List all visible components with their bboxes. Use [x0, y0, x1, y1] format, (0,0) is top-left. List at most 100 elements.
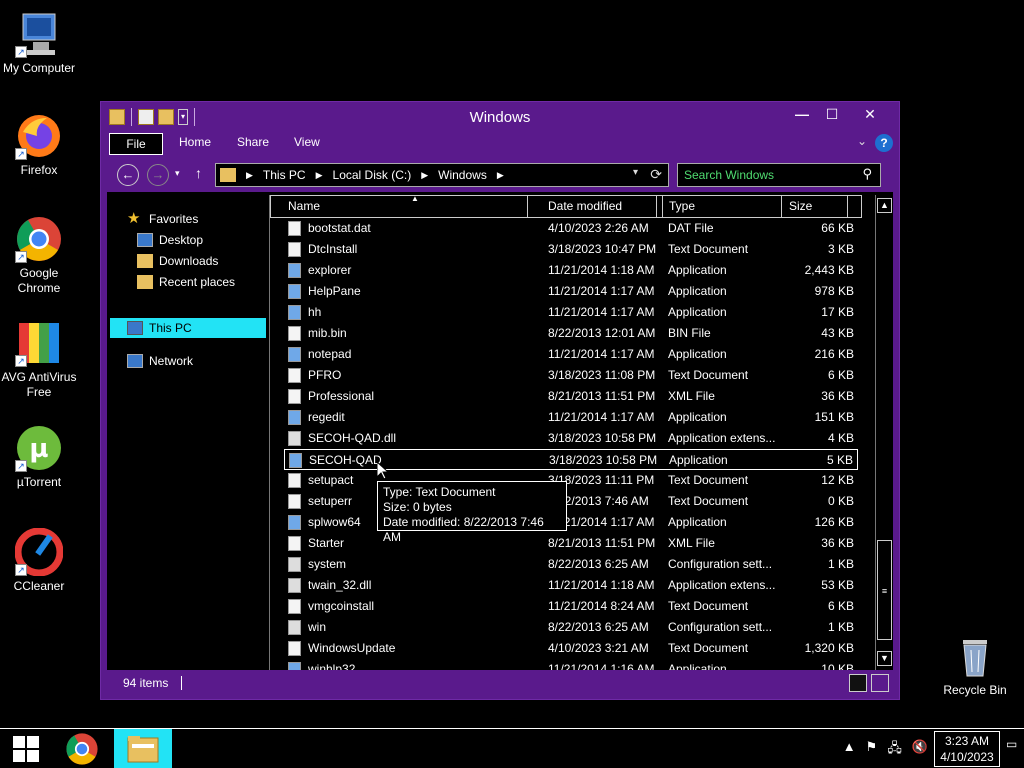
table-row[interactable]: setupact 3/18/2023 11:11 PM Text Document 1…	[284, 470, 858, 491]
file-date-modified: 11/21/2014 1:18 AM	[548, 263, 655, 277]
nav-downloads[interactable]: Downloads	[137, 254, 218, 268]
vertical-scrollbar[interactable]: ▲ ≡ ▼	[875, 195, 893, 670]
recent-locations-icon[interactable]: ▾	[175, 168, 180, 179]
table-row[interactable]: Professional 8/21/2013 11:51 PM XML File 36…	[284, 386, 858, 407]
desktop-icon-avg[interactable]: ↗ AVG AntiVirus Free	[0, 319, 78, 400]
back-button[interactable]: ←	[117, 164, 139, 186]
table-row[interactable]: HelpPane 11/21/2014 1:17 AM Application 978…	[284, 281, 858, 302]
table-row[interactable]: setuperr 8/22/2013 7:46 AM Text Document 0 …	[284, 491, 858, 512]
scroll-thumb[interactable]: ≡	[877, 540, 892, 640]
nav-recent-places[interactable]: Recent places	[137, 275, 235, 289]
tab-home[interactable]: Home	[179, 135, 211, 149]
search-icon[interactable]: ⚲	[862, 166, 872, 182]
table-row[interactable]: regedit 11/21/2014 1:17 AM Application 151 …	[284, 407, 858, 428]
table-row[interactable]: win 8/22/2013 6:25 AM Configuration sett..…	[284, 617, 858, 638]
table-row[interactable]: Starter 8/21/2013 11:51 PM XML File 36 KB	[284, 533, 858, 554]
taskbar-chrome-button[interactable]	[56, 729, 108, 768]
file-date-modified: 4/10/2023 2:26 AM	[548, 221, 649, 235]
tab-view[interactable]: View	[294, 135, 320, 149]
table-row[interactable]: twain_32.dll 11/21/2014 1:18 AM Applicatio…	[284, 575, 858, 596]
breadcrumb-chevron-icon[interactable]: ▶	[246, 170, 253, 181]
scroll-up-icon[interactable]: ▲	[877, 198, 892, 213]
file-size: 53 KB	[821, 578, 854, 592]
utorrent-icon: µ ↗	[15, 424, 63, 472]
up-button[interactable]: ↑	[195, 165, 202, 181]
address-dropdown-icon[interactable]: ▾	[633, 167, 638, 178]
table-row[interactable]: mib.bin 8/22/2013 12:01 AM BIN File 43 KB	[284, 323, 858, 344]
desktop-icon-chrome[interactable]: ↗ Google Chrome	[0, 215, 78, 296]
table-row[interactable]: notepad 11/21/2014 1:17 AM Application 216 …	[284, 344, 858, 365]
breadcrumb-local-disk[interactable]: Local Disk (C:)	[333, 168, 412, 182]
table-row[interactable]: vmgcoinstall 11/21/2014 8:24 AM Text Docum…	[284, 596, 858, 617]
desktop-icon-ccleaner[interactable]: ↗ CCleaner	[0, 527, 78, 594]
file-type: Application extens...	[668, 431, 776, 445]
table-row[interactable]: SECOH-QAD 3/18/2023 10:58 PM Application 5 …	[284, 449, 858, 470]
table-row[interactable]: SECOH-QAD.dll 3/18/2023 10:58 PM Applicati…	[284, 428, 858, 449]
column-type[interactable]: Type	[669, 199, 695, 213]
table-row[interactable]: system 8/22/2013 6:25 AM Configuration set…	[284, 554, 858, 575]
clock[interactable]: 3:23 AM 4/10/2023	[934, 731, 1000, 767]
breadcrumb-this-pc[interactable]: This PC	[263, 168, 306, 182]
nav-this-pc[interactable]: This PC	[110, 318, 266, 338]
breadcrumb-chevron-icon[interactable]: ▶	[316, 170, 323, 181]
desktop-icon	[137, 233, 153, 247]
file-name: vmgcoinstall	[308, 599, 375, 613]
file-date-modified: 3/18/2023 10:58 PM	[549, 453, 658, 467]
volume-muted-icon[interactable]: 🔇	[912, 739, 928, 761]
navigation-bar: ← → ▾ ↑ ▶ This PC ▶ Local Disk (C:) ▶ Wi…	[107, 160, 893, 190]
maximize-button[interactable]: ☐	[817, 104, 847, 124]
table-row[interactable]: winhlp32 11/21/2014 1:16 AM Application 10 …	[284, 659, 858, 670]
nav-desktop[interactable]: Desktop	[137, 233, 203, 247]
file-name: hh	[308, 305, 322, 319]
desktop-icon-firefox[interactable]: ↗ Firefox	[0, 112, 78, 178]
help-icon[interactable]: ?	[875, 134, 893, 152]
nav-network[interactable]: Network	[127, 354, 193, 368]
search-input[interactable]	[684, 168, 854, 182]
network-icon[interactable]: 🖧	[887, 739, 902, 761]
forward-button[interactable]: →	[147, 164, 169, 186]
desktop-icon-recycle-bin[interactable]: Recycle Bin	[936, 632, 1014, 698]
taskbar-explorer-button[interactable]	[114, 729, 172, 768]
table-row[interactable]: bootstat.dat 4/10/2023 2:26 AM DAT File 66 …	[284, 218, 858, 239]
column-name[interactable]: Name	[288, 199, 320, 213]
file-icon	[289, 453, 302, 468]
column-size[interactable]: Size	[789, 199, 812, 213]
desktop-icon-my-computer[interactable]: ↗ My Computer	[0, 10, 78, 76]
title-bar[interactable]: ▾ Windows — ☐ ✕	[101, 102, 899, 131]
tab-file[interactable]: File	[109, 133, 163, 155]
minimize-button[interactable]: —	[787, 104, 817, 124]
scroll-down-icon[interactable]: ▼	[877, 651, 892, 666]
breadcrumb-windows[interactable]: Windows	[438, 168, 487, 182]
breadcrumb-chevron-icon[interactable]: ▶	[421, 170, 428, 181]
table-row[interactable]: splwow64 11/21/2014 1:17 AM Application 126…	[284, 512, 858, 533]
large-icons-view-button[interactable]	[871, 674, 889, 692]
start-button[interactable]	[0, 729, 50, 768]
show-hidden-icons-icon[interactable]: ▲	[843, 739, 856, 761]
table-row[interactable]: DtcInstall 3/18/2023 10:47 PM Text Documen…	[284, 239, 858, 260]
table-row[interactable]: explorer 11/21/2014 1:18 AM Application 2,4…	[284, 260, 858, 281]
file-type: DAT File	[668, 221, 714, 235]
item-count: 94 items	[123, 676, 169, 690]
file-explorer-icon	[127, 736, 159, 763]
search-box[interactable]: ⚲	[677, 163, 881, 187]
tab-share[interactable]: Share	[237, 135, 269, 149]
table-row[interactable]: PFRO 3/18/2023 11:08 PM Text Document 6 KB	[284, 365, 858, 386]
table-row[interactable]: hh 11/21/2014 1:17 AM Application 17 KB	[284, 302, 858, 323]
action-center-flag-icon[interactable]: ⚑	[866, 739, 878, 761]
file-size: 6 KB	[827, 368, 854, 382]
details-view-button[interactable]	[849, 674, 867, 692]
breadcrumb-chevron-icon[interactable]: ▶	[497, 170, 504, 181]
file-icon	[288, 326, 301, 341]
column-date-modified[interactable]: Date modified	[548, 199, 622, 213]
address-bar[interactable]: ▶ This PC ▶ Local Disk (C:) ▶ Windows ▶ …	[215, 163, 669, 187]
file-date-modified: 11/21/2014 1:17 AM	[548, 284, 655, 298]
close-button[interactable]: ✕	[847, 104, 893, 124]
refresh-icon[interactable]: ⟳	[650, 166, 662, 183]
desktop-icon-utorrent[interactable]: µ ↗ µTorrent	[0, 424, 78, 490]
notifications-icon[interactable]: ▭	[1006, 737, 1024, 751]
windows-logo-icon	[13, 736, 39, 762]
expand-ribbon-icon[interactable]: ⌄	[857, 134, 867, 148]
table-row[interactable]: WindowsUpdate 4/10/2023 3:21 AM Text Docum…	[284, 638, 858, 659]
nav-favorites[interactable]: ★ Favorites	[127, 211, 198, 226]
file-size: 2,443 KB	[804, 263, 854, 277]
